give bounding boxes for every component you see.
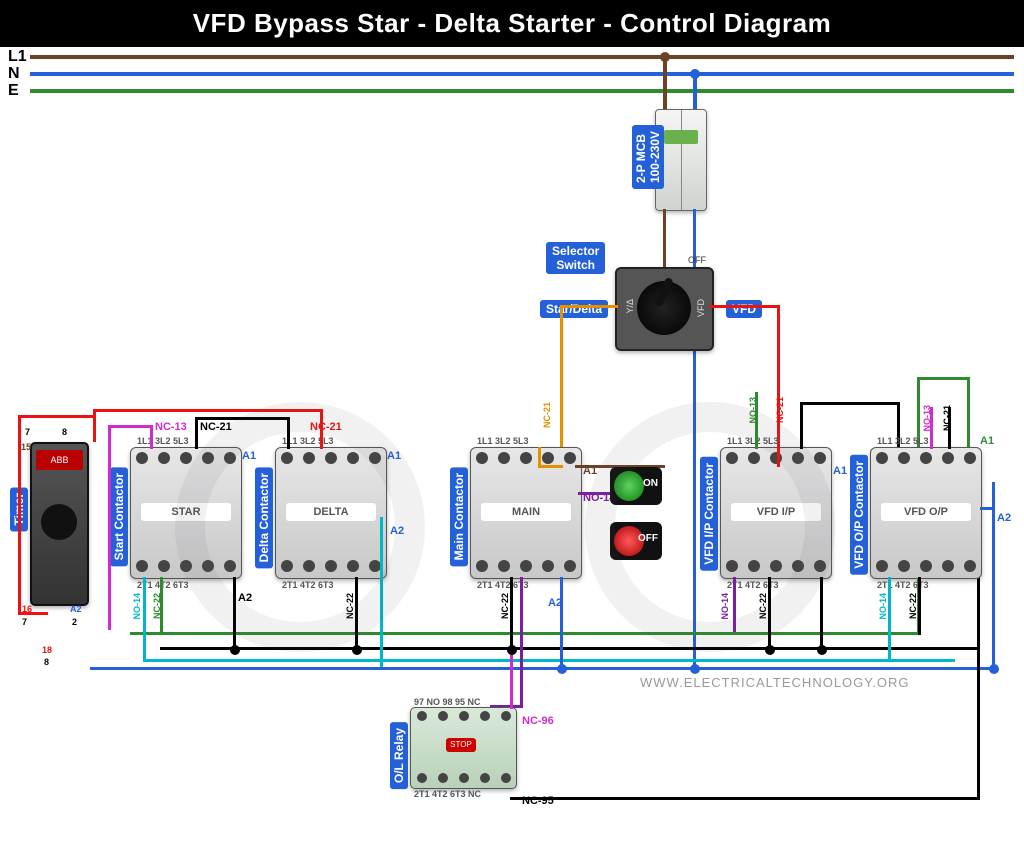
selector-knob[interactable] [637, 281, 691, 335]
timer-t15: 15 [21, 442, 31, 452]
timer-brand: ABB [36, 450, 83, 470]
timer-b2: 2 [72, 617, 77, 627]
wire-timer-red-top [18, 415, 96, 418]
mcb-label: 2-P MCB100-230V [632, 125, 664, 189]
diagram-canvas: L1 N E 2-P MCB100-230V Y/Δ VFD OFF Selec… [0, 47, 1024, 847]
wire-nc95-v [977, 647, 980, 800]
vfdo-a1: A1 [980, 435, 994, 447]
olr-pill: O/L Relay [390, 722, 408, 789]
wire-timer-red-left [18, 415, 21, 615]
olr-bot-terms: 2T1 4T2 6T3 NC [414, 789, 481, 799]
vfdo-no14: NO-14 [878, 593, 888, 620]
wire-l1-to-mcb [663, 57, 667, 109]
line-l1 [30, 55, 1014, 59]
timer-tA2: A2 [70, 604, 82, 614]
wire-magenta-long-v1 [108, 425, 111, 630]
timer-b8: 8 [44, 657, 49, 667]
selector-label: SelectorSwitch [546, 242, 605, 274]
label-e: E [8, 82, 19, 100]
line-e [30, 89, 1014, 93]
wire-vfdo-magenta [930, 407, 933, 449]
bg-watermark-icon [150, 347, 870, 707]
wire-vfdo-a2 [980, 507, 995, 510]
olr-stop: STOP [446, 738, 476, 752]
wire-vfdo-nc21 [948, 407, 951, 449]
timer-b7: 7 [22, 617, 27, 627]
wire-star-no14 [143, 577, 146, 662]
wire-green-right-h [917, 377, 970, 380]
mcb-lever [664, 130, 698, 144]
page-title: VFD Bypass Star - Delta Starter - Contro… [0, 0, 1024, 47]
vfd-op-contactor: VFD O/P [870, 447, 982, 579]
star-pill: Start Contactor [110, 467, 128, 566]
timer-t18: 18 [42, 645, 52, 655]
selector-pos-vfd: VFD [696, 299, 706, 317]
selector-switch[interactable]: Y/Δ VFD OFF [615, 267, 714, 351]
star-no14: NO-14 [132, 593, 142, 620]
wire-sel-vfd-h [710, 305, 780, 308]
wire-neutral-right-up [992, 482, 995, 670]
timer: ABB [30, 442, 89, 606]
wire-vfdo-no14 [888, 577, 891, 662]
wire-nc95-h [510, 797, 980, 800]
wire-sel-yd-h [560, 305, 603, 308]
olr-nc96: NC-96 [522, 715, 554, 727]
vfdo-top-terms: 1L1 3L2 5L3 [877, 436, 929, 446]
wire-red-to-timer-v [93, 409, 96, 442]
vfdo-nc22: NC-22 [908, 593, 918, 619]
line-n [30, 72, 1014, 76]
timer-t7: 7 [25, 427, 30, 437]
vfdo-name: VFD O/P [881, 503, 971, 521]
wire-mcb-brown-down [663, 209, 666, 267]
junction-dot [989, 664, 999, 674]
wire-timer-red-bot [18, 612, 48, 615]
wire-magenta-long-h1 [108, 425, 153, 428]
selector-left-pill: Star/Delta [540, 300, 608, 318]
selector-pos-yd: Y/Δ [625, 299, 635, 314]
timer-dial [41, 504, 77, 540]
label-n: N [8, 65, 20, 83]
wire-vfdo-nc22 [918, 577, 921, 635]
selector-pos-off: OFF [688, 255, 706, 265]
overload-relay: STOP [410, 707, 517, 789]
selector-right-pill: VFD [726, 300, 762, 318]
timer-t8: 8 [62, 427, 67, 437]
vfdo-a2: A2 [997, 512, 1011, 524]
wire-n-to-mcb [693, 74, 697, 109]
label-l1: L1 [8, 48, 27, 66]
